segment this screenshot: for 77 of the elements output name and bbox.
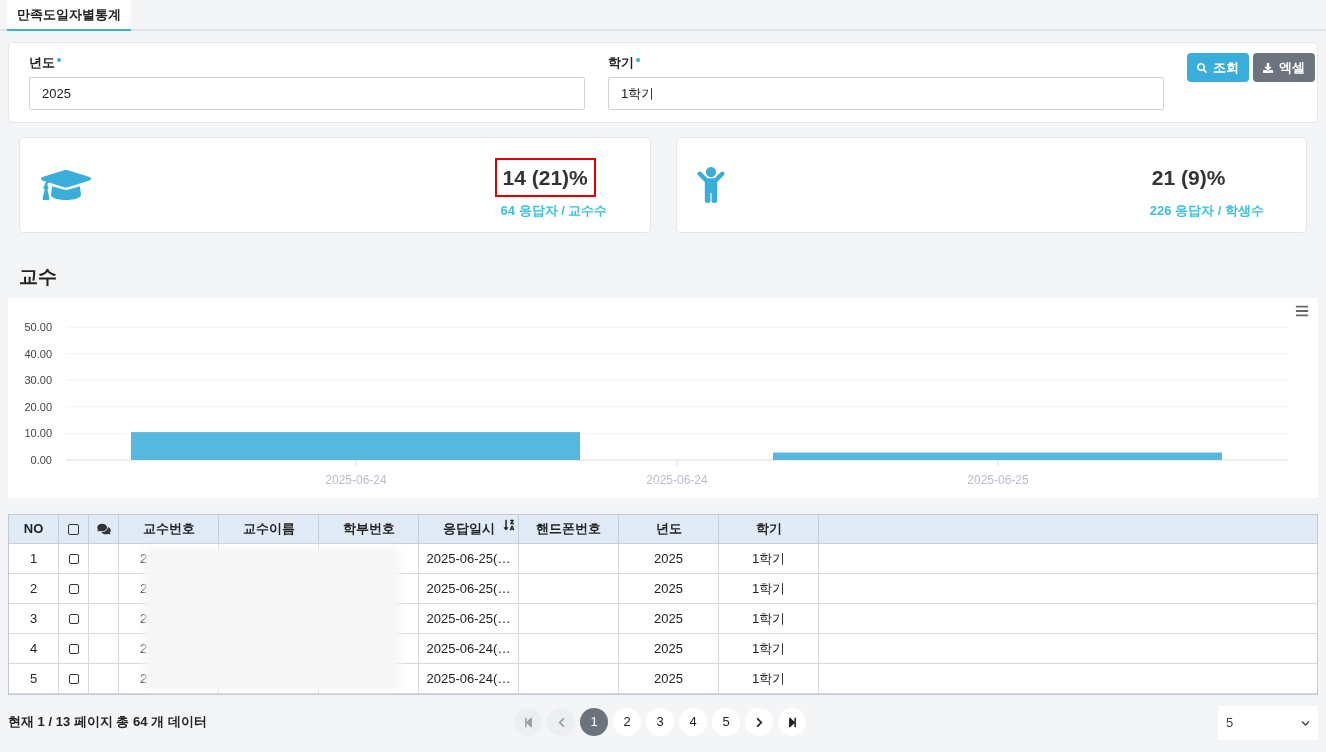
download-icon: [1263, 62, 1273, 73]
skip-back-icon: [522, 716, 534, 728]
table-cell-text: 1학기: [751, 669, 786, 688]
column-header[interactable]: 응답일시: [442, 519, 495, 539]
table-cell-text: 2: [140, 549, 148, 568]
column-header[interactable]: 교수이름: [242, 519, 295, 539]
page-button[interactable]: 3: [646, 708, 674, 736]
table-cell-text: 2: [140, 609, 148, 628]
table-cell-text: 2025-06-24(…: [426, 639, 511, 658]
page-size-select[interactable]: 5: [1218, 706, 1318, 740]
last-page-button[interactable]: [778, 708, 806, 736]
stat-value: 21 (9)%: [1150, 164, 1227, 191]
row-number: 3: [29, 609, 38, 628]
row-number: 2: [29, 579, 38, 598]
chevron-down-icon: [1301, 718, 1310, 728]
column-header[interactable]: 교수번호: [142, 519, 195, 539]
stat-caption: 226 응답자 / 학생수: [1148, 202, 1265, 220]
y-tick-label: 50.00: [24, 321, 52, 333]
stat-caption: 64 응답자 / 교수수: [499, 202, 609, 220]
menu-icon[interactable]: [1294, 304, 1310, 318]
y-tick-label: 30.00: [24, 374, 52, 387]
table-cell-text: 2: [140, 639, 148, 658]
page-button[interactable]: 1: [580, 708, 608, 736]
row-number: 5: [29, 669, 38, 688]
y-tick-label: 40.00: [24, 347, 52, 360]
x-tick-label: 2025-06-24: [325, 473, 387, 487]
table-cell-text: 2: [140, 669, 148, 688]
table-cell-text: 1학기: [751, 579, 786, 598]
row-number: 1: [29, 549, 38, 568]
comments-icon: [96, 523, 111, 535]
column-header[interactable]: 핸드폰번호: [536, 519, 601, 539]
table-cell-text: 2025-06-24(…: [426, 669, 511, 688]
search-icon: [1197, 62, 1207, 73]
stat-value: 14 (21)%: [494, 157, 596, 197]
page-button[interactable]: 2: [613, 708, 641, 736]
row-number: 4: [29, 639, 38, 658]
table-cell-text: 2025-06-25(…: [426, 579, 511, 598]
page-summary: 현재 1 / 13 페이지 총 64 개 데이터: [8, 713, 207, 732]
x-tick-label: 2025-06-25: [967, 473, 1029, 487]
tab[interactable]: 만족도일자별통계: [7, 0, 131, 31]
row-checkbox[interactable]: [68, 553, 79, 564]
row-checkbox[interactable]: [68, 613, 79, 624]
column-header[interactable]: NO: [23, 519, 44, 539]
skip-forward-icon: [786, 716, 798, 728]
excel-download-button[interactable]: 엑셀: [1253, 53, 1315, 82]
column-header[interactable]: 학부번호: [342, 519, 395, 539]
select-all-checkbox[interactable]: [68, 523, 79, 535]
page-button[interactable]: 5: [712, 708, 740, 736]
child-icon: [696, 167, 725, 203]
table-cell-text: 2025-06-25(…: [426, 609, 511, 628]
y-tick-label: 10.00: [24, 427, 52, 440]
y-tick-label: 0.00: [30, 454, 52, 466]
input-field[interactable]: 1학기: [608, 77, 1164, 110]
table-cell-text: 2: [140, 579, 148, 598]
field-label: 년도: [29, 54, 55, 72]
column-header[interactable]: 년도: [655, 519, 682, 539]
table-cell-text: 1학기: [751, 639, 786, 658]
row-checkbox[interactable]: [68, 673, 79, 684]
field-label: 학기: [608, 54, 634, 72]
page-button[interactable]: 4: [679, 708, 707, 736]
next-page-button[interactable]: [745, 708, 773, 736]
input-field[interactable]: 2025: [29, 77, 585, 110]
y-tick-label: 20.00: [24, 400, 52, 413]
column-header[interactable]: 학기: [755, 519, 782, 539]
section-title: 교수: [19, 264, 57, 289]
table-cell-text: 2025: [654, 639, 683, 658]
table-cell-text: 1학기: [751, 549, 786, 568]
x-tick-label: 2025-06-24: [646, 473, 708, 487]
table-cell-text: 1학기: [751, 609, 786, 628]
table-cell-text: 2025-06-25(…: [426, 549, 511, 568]
table-cell-text: 2025: [654, 579, 683, 598]
table-cell-text: 2025: [654, 549, 683, 568]
table-cell-text: 2025: [654, 609, 683, 628]
row-checkbox[interactable]: [68, 643, 79, 654]
row-checkbox[interactable]: [68, 583, 79, 594]
sort-icon[interactable]: [503, 519, 515, 531]
table-cell-text: 2025: [654, 669, 683, 688]
